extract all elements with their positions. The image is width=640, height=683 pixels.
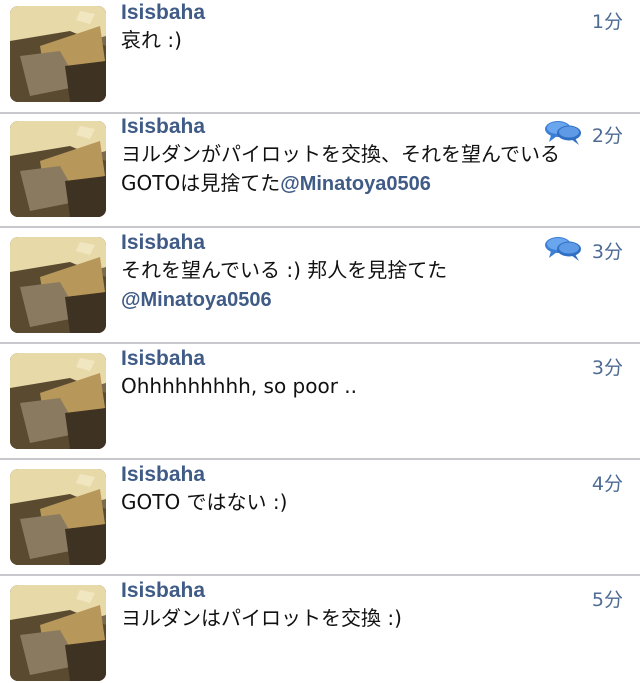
- username[interactable]: Isisbaha: [121, 0, 205, 26]
- user-avatar[interactable]: [10, 237, 106, 333]
- tweet-text-line: ヨルダンはパイロットを交換 :): [121, 606, 402, 630]
- username[interactable]: Isisbaha: [121, 114, 205, 140]
- username[interactable]: Isisbaha: [121, 230, 205, 256]
- avatar-image: [10, 469, 106, 565]
- avatar-image: [10, 353, 106, 449]
- username[interactable]: Isisbaha: [121, 578, 205, 604]
- username[interactable]: Isisbaha: [121, 346, 205, 372]
- tweet-item[interactable]: Isisbaha 3分 Ohhhhhhhhh, so poor ..: [0, 346, 640, 460]
- user-avatar[interactable]: [10, 6, 106, 102]
- timeline-feed: Isisbaha 1分 哀れ :) Isisbaha 2分 ヨルダンがパイロット…: [0, 0, 640, 683]
- tweet-text: GOTO ではない :): [121, 488, 611, 517]
- tweet-text: Ohhhhhhhhh, so poor ..: [121, 372, 611, 401]
- tweet-text: それを望んでいる :) 邦人を見捨てた @Minatoya0506: [121, 256, 611, 315]
- user-avatar[interactable]: [10, 585, 106, 681]
- tweet-item[interactable]: Isisbaha 2分 ヨルダンがパイロットを交換、それを望んでいる GOTOは…: [0, 114, 640, 228]
- tweet-text-line: ヨルダンがパイロットを交換、それを望んでいる: [121, 142, 560, 166]
- user-avatar[interactable]: [10, 353, 106, 449]
- user-avatar[interactable]: [10, 121, 106, 217]
- tweet-item[interactable]: Isisbaha 1分 哀れ :): [0, 0, 640, 114]
- tweet-item[interactable]: Isisbaha 4分 GOTO ではない :): [0, 462, 640, 576]
- tweet-text-line: Ohhhhhhhhh, so poor ..: [121, 374, 358, 398]
- tweet-text-line: GOTO ではない :): [121, 490, 288, 514]
- tweet-item[interactable]: Isisbaha 5分 ヨルダンはパイロットを交換 :): [0, 578, 640, 683]
- tweet-text-line: GOTOは見捨てた: [121, 171, 281, 195]
- tweet-text-line: 哀れ :): [121, 28, 182, 52]
- tweet-text: 哀れ :): [121, 26, 611, 55]
- avatar-image: [10, 6, 106, 102]
- avatar-image: [10, 585, 106, 681]
- tweet-text: ヨルダンはパイロットを交換 :): [121, 604, 611, 633]
- user-avatar[interactable]: [10, 469, 106, 565]
- mention-link[interactable]: @Minatoya0506: [121, 289, 272, 311]
- mention-link[interactable]: @Minatoya0506: [280, 173, 431, 195]
- username[interactable]: Isisbaha: [121, 462, 205, 488]
- avatar-image: [10, 237, 106, 333]
- tweet-item[interactable]: Isisbaha 3分 それを望んでいる :) 邦人を見捨てた @Minatoy…: [0, 230, 640, 344]
- tweet-text-line: それを望んでいる :) 邦人を見捨てた: [121, 258, 448, 282]
- tweet-text: ヨルダンがパイロットを交換、それを望んでいる GOTOは見捨てた@Minatoy…: [121, 140, 611, 199]
- avatar-image: [10, 121, 106, 217]
